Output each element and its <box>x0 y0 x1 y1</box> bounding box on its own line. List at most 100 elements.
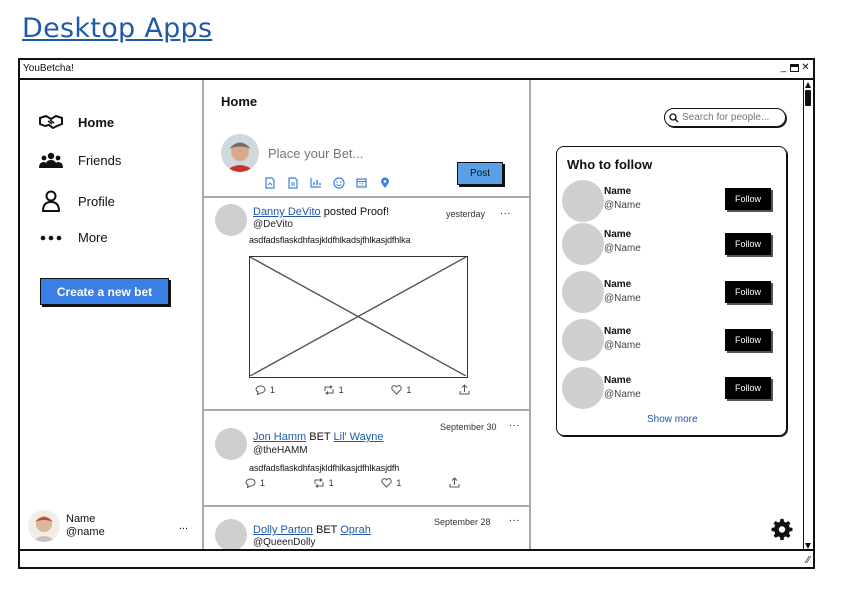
window-title: YouBetcha! <box>23 63 74 74</box>
share-button[interactable] <box>449 477 460 488</box>
suggestion-handle: @Name <box>604 389 641 400</box>
repost-icon <box>324 384 334 395</box>
panel-title: Who to follow <box>567 157 653 172</box>
follow-button[interactable]: Follow <box>725 281 771 303</box>
suggestion-handle: @Name <box>604 293 641 304</box>
follow-button[interactable]: Follow <box>725 377 771 399</box>
repost-button[interactable]: 1 <box>313 477 334 488</box>
post-text: asdfadsflaskdhfasjkldfhlkadsjfhlkasjdfhl… <box>249 235 411 245</box>
follow-suggestion: Name @Name Follow <box>562 319 777 363</box>
compose-toolbar <box>263 176 391 189</box>
close-icon[interactable]: ✕ <box>801 61 810 75</box>
post-verb: BET <box>309 431 331 443</box>
avatar[interactable] <box>562 367 604 409</box>
window-controls: _ ✕ <box>779 61 810 75</box>
show-more-link[interactable]: Show more <box>647 414 698 425</box>
avatar[interactable] <box>215 204 247 236</box>
follow-suggestion: Name @Name Follow <box>562 180 777 224</box>
suggestion-name: Name <box>604 375 632 386</box>
people-search[interactable] <box>664 108 786 127</box>
search-input[interactable] <box>682 112 782 123</box>
sidebar-item-profile[interactable]: Profile <box>38 190 115 212</box>
suggestion-name: Name <box>604 279 632 290</box>
post-handle: @theHAMM <box>253 445 308 456</box>
post-date: yesterday <box>446 209 486 219</box>
current-user[interactable]: Name @name ... <box>28 510 188 542</box>
people-icon <box>38 152 64 168</box>
avatar[interactable] <box>562 319 604 361</box>
divider <box>203 196 530 198</box>
post-verb: BET <box>315 524 338 536</box>
post-header: Danny DeVito posted Proof! <box>253 206 389 218</box>
sidebar-item-more[interactable]: More <box>38 230 108 245</box>
who-to-follow-panel: Who to follow Name @Name Follow Name @Na… <box>556 146 787 436</box>
post-header: Dolly Parton BET Oprah <box>253 524 371 536</box>
emoji-icon[interactable] <box>332 176 345 189</box>
post-button[interactable]: Post <box>457 162 503 185</box>
post-handle: @DeVito <box>253 219 293 230</box>
avatar <box>28 510 60 542</box>
app-window: YouBetcha! _ ✕ Home Friends Profile More… <box>18 58 815 569</box>
avatar[interactable] <box>215 519 247 551</box>
avatar[interactable] <box>562 223 604 265</box>
page-heading[interactable]: Desktop Apps <box>22 13 212 44</box>
repost-button[interactable]: 1 <box>323 384 344 395</box>
post-more-button[interactable]: ... <box>509 513 520 524</box>
user-name: Name <box>66 513 96 525</box>
avatar[interactable] <box>215 428 247 460</box>
sidebar-item-home[interactable]: Home <box>38 114 114 130</box>
image-icon[interactable] <box>263 176 276 189</box>
minimize-icon[interactable]: _ <box>779 61 788 75</box>
follow-button[interactable]: Follow <box>725 233 771 255</box>
search-icon <box>669 112 679 122</box>
sidebar-item-label: Friends <box>78 152 122 168</box>
location-icon[interactable] <box>378 176 391 189</box>
maximize-icon[interactable] <box>790 64 799 72</box>
suggestion-name: Name <box>604 186 632 197</box>
scrollbar-thumb[interactable] <box>805 90 811 106</box>
suggestion-name: Name <box>604 229 632 240</box>
reply-button[interactable]: 1 <box>245 477 265 488</box>
feed-title: Home <box>221 94 258 109</box>
sidebar-item-friends[interactable]: Friends <box>38 152 121 168</box>
heart-icon <box>381 477 393 488</box>
post-handle: @QueenDolly <box>253 537 316 548</box>
post-more-button[interactable]: ... <box>509 418 520 429</box>
gear-icon[interactable] <box>771 518 793 540</box>
target-link[interactable]: Lil' Wayne <box>334 431 384 443</box>
avatar[interactable] <box>562 271 604 313</box>
file-icon[interactable] <box>286 176 299 189</box>
calendar-icon[interactable] <box>355 176 368 189</box>
author-link[interactable]: Dolly Parton <box>253 524 313 536</box>
scroll-up-icon[interactable] <box>805 82 811 88</box>
author-link[interactable]: Danny DeVito <box>253 206 321 218</box>
image-placeholder[interactable] <box>249 256 468 378</box>
avatar[interactable] <box>562 180 604 222</box>
target-link[interactable]: Oprah <box>340 524 371 536</box>
person-icon <box>38 190 64 212</box>
follow-button[interactable]: Follow <box>725 329 771 351</box>
comment-icon <box>255 385 266 395</box>
like-button[interactable]: 1 <box>381 477 401 488</box>
suggestion-handle: @Name <box>604 200 641 211</box>
resize-grip-icon[interactable]: ⁄⁄ <box>807 555 810 566</box>
like-count: 1 <box>406 384 412 395</box>
follow-button[interactable]: Follow <box>725 188 771 210</box>
repost-icon <box>314 477 324 488</box>
user-more-button[interactable]: ... <box>179 520 188 532</box>
comment-icon <box>245 478 256 488</box>
suggestion-name: Name <box>604 326 632 337</box>
post-date: September 30 <box>440 422 497 432</box>
share-button[interactable] <box>459 384 470 395</box>
avatar <box>221 134 259 172</box>
author-link[interactable]: Jon Hamm <box>253 431 306 443</box>
like-count: 1 <box>396 477 402 488</box>
compose-input[interactable] <box>268 146 438 161</box>
post-more-button[interactable]: ... <box>500 206 511 217</box>
create-bet-button[interactable]: Create a new bet <box>40 278 169 305</box>
vertical-scrollbar[interactable] <box>803 80 813 551</box>
like-button[interactable]: 1 <box>391 384 411 395</box>
chart-icon[interactable] <box>309 176 322 189</box>
reply-button[interactable]: 1 <box>255 384 275 395</box>
left-sidebar: Home Friends Profile More Create a new b… <box>20 80 203 551</box>
